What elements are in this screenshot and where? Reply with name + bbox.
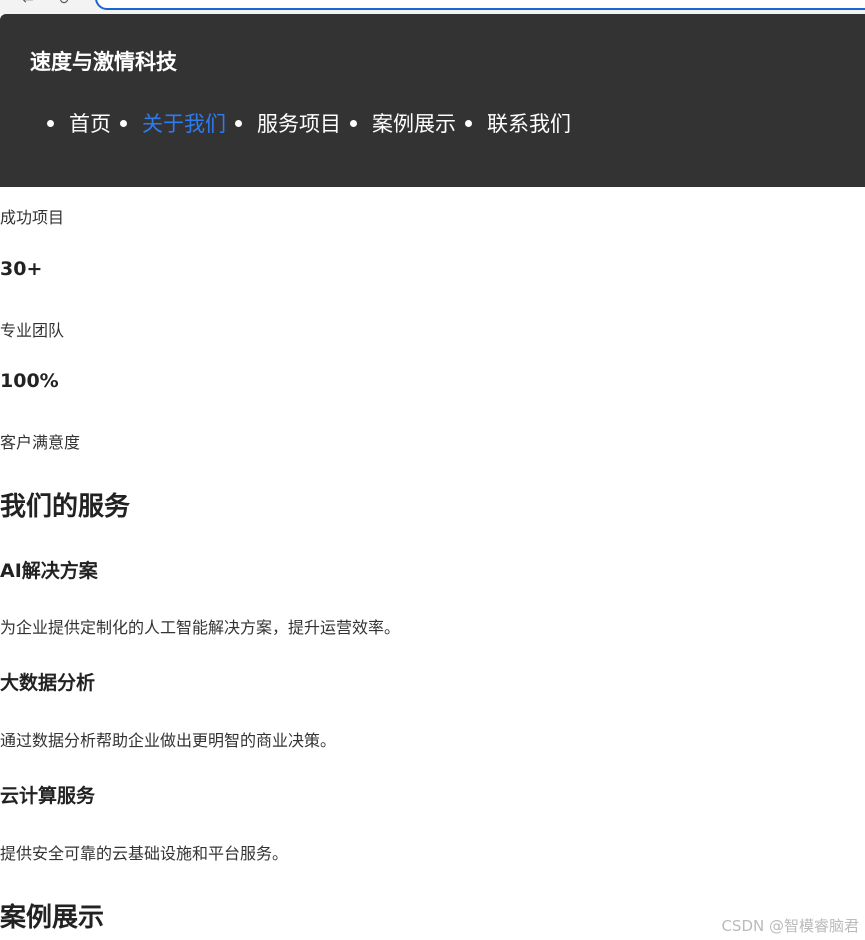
nav-item-contact[interactable]: 联系我们	[456, 108, 571, 138]
service-desc-bigdata: 通过数据分析帮助企业做出更明智的商业决策。	[0, 731, 337, 750]
nav-item-cases[interactable]: 案例展示	[341, 108, 456, 138]
bullet-icon	[47, 119, 54, 127]
nav-label: 服务项目	[257, 112, 341, 136]
site-title: 速度与激情科技	[30, 50, 177, 74]
nav-label: 首页	[69, 112, 111, 136]
nav-item-services[interactable]: 服务项目	[226, 108, 341, 138]
main-nav: 首页 关于我们 服务项目 案例展示 联系我们	[0, 108, 571, 138]
watermark: CSDN @智模睿脑君	[721, 917, 859, 935]
stat-label-team: 专业团队	[0, 321, 65, 340]
service-title-cloud: 云计算服务	[0, 785, 96, 807]
services-heading: 我们的服务	[0, 492, 131, 522]
bullet-icon	[465, 119, 472, 127]
stat-label-satisfaction: 客户满意度	[0, 433, 81, 452]
stat-value-satisfaction: 100%	[0, 370, 59, 392]
nav-label: 联系我们	[487, 112, 571, 136]
service-title-ai: AI解决方案	[0, 560, 98, 582]
service-title-bigdata: 大数据分析	[0, 672, 96, 694]
bullet-icon	[120, 119, 127, 127]
address-bar[interactable]	[95, 0, 865, 10]
bullet-icon	[235, 119, 242, 127]
bullet-icon	[350, 119, 357, 127]
nav-label: 案例展示	[372, 112, 456, 136]
stat-value-team: 30+	[0, 258, 43, 280]
stat-label-projects: 成功项目	[0, 208, 65, 227]
cases-heading: 案例展示	[0, 903, 105, 933]
reload-icon[interactable]: ↻	[58, 0, 70, 8]
service-desc-ai: 为企业提供定制化的人工智能解决方案，提升运营效率。	[0, 618, 401, 637]
back-icon[interactable]: ←	[22, 0, 34, 8]
site-header: 速度与激情科技 首页 关于我们 服务项目 案例展示 联系我们	[0, 14, 865, 187]
nav-item-about[interactable]: 关于我们	[111, 108, 226, 138]
service-desc-cloud: 提供安全可靠的云基础设施和平台服务。	[0, 844, 289, 863]
browser-toolbar: ← ↻	[0, 0, 865, 14]
nav-label: 关于我们	[142, 112, 226, 136]
nav-item-home[interactable]: 首页	[0, 108, 111, 138]
